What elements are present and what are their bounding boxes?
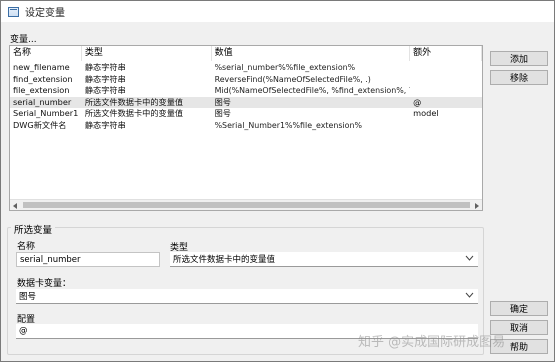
scroll-left-icon[interactable] bbox=[13, 203, 17, 209]
column-header-type[interactable]: 类型 bbox=[82, 46, 212, 61]
table-row-selected[interactable]: serial_number 所选文件数据卡中的变量值 图号 @ bbox=[10, 96, 482, 109]
window-title: 设定变量 bbox=[25, 8, 65, 19]
cell-name: find_extension bbox=[13, 73, 73, 84]
datacard-variable-label: 数据卡变量： bbox=[17, 279, 72, 289]
table-row[interactable]: new_filename 静态字符串 %serial_number%%file_… bbox=[10, 62, 482, 74]
cell-value: 图号 bbox=[214, 96, 231, 107]
cell-extra: model bbox=[413, 108, 439, 119]
cell-name: Serial_Number1 bbox=[13, 108, 79, 119]
remove-button[interactable]: 移除 bbox=[490, 70, 548, 85]
column-header-extra[interactable]: 额外 bbox=[410, 46, 482, 61]
cell-value: %serial_number%%file_extension% bbox=[214, 63, 356, 72]
table-row[interactable]: Serial_Number1 所选文件数据卡中的变量值 图号 model bbox=[10, 108, 482, 120]
chevron-down-icon bbox=[465, 255, 474, 261]
cell-extra bbox=[410, 85, 482, 97]
list-header: 名称 类型 数值 额外 bbox=[10, 46, 482, 61]
column-header-value[interactable]: 数值 bbox=[212, 46, 411, 61]
cell-extra bbox=[410, 74, 482, 86]
cell-type: 静态字符串 bbox=[84, 119, 126, 130]
cell-value: %Serial_Number1%%file_extension% bbox=[214, 120, 362, 130]
cell-name: new_filename bbox=[13, 62, 70, 72]
scroll-right-icon[interactable] bbox=[475, 203, 479, 209]
scrollbar-thumb[interactable] bbox=[23, 202, 470, 208]
variables-list[interactable]: 名称 类型 数值 额外 new_filename 静态字符串 %serial_n… bbox=[9, 45, 483, 211]
set-variables-dialog: 设定变量 变量... 名称 类型 数值 额外 new_filename 静态字符… bbox=[0, 0, 555, 362]
title-bar: 设定变量 bbox=[1, 1, 554, 22]
datacard-variable-select[interactable]: 图号 bbox=[16, 289, 478, 304]
variables-label: 变量... bbox=[10, 35, 37, 45]
cell-type: 所选文件数据卡中的变量值 bbox=[84, 108, 184, 119]
cell-type: 所选文件数据卡中的变量值 bbox=[84, 96, 184, 107]
cell-value: 图号 bbox=[214, 108, 231, 119]
table-row[interactable]: file_extension 静态字符串 Mid(%NameOfSelected… bbox=[10, 85, 482, 97]
name-label: 名称 bbox=[17, 242, 36, 252]
cell-extra: @ bbox=[413, 96, 422, 107]
column-header-name[interactable]: 名称 bbox=[10, 46, 82, 61]
cell-type: 静态字符串 bbox=[84, 85, 126, 96]
cell-extra bbox=[410, 120, 482, 132]
type-select-value: 所选文件数据卡中的变量值 bbox=[173, 255, 276, 265]
selected-variable-group-title: 所选变量 bbox=[11, 222, 56, 236]
window-app-icon bbox=[8, 6, 19, 17]
name-input[interactable]: serial_number bbox=[16, 252, 160, 267]
cell-value: Mid(%NameOfSelectedFile%, %find_extensio… bbox=[214, 86, 411, 96]
cell-type: 静态字符串 bbox=[84, 73, 126, 84]
cell-name: serial_number bbox=[13, 96, 72, 107]
datacard-variable-value: 图号 bbox=[19, 292, 37, 302]
chevron-down-icon bbox=[465, 292, 474, 298]
cell-extra bbox=[410, 62, 482, 74]
type-select[interactable]: 所选文件数据卡中的变量值 bbox=[170, 252, 478, 267]
cell-name: file_extension bbox=[13, 85, 70, 96]
horizontal-scrollbar[interactable] bbox=[10, 199, 482, 210]
watermark-text: 知乎 @实成国际研成图易 bbox=[358, 335, 506, 350]
cell-type: 静态字符串 bbox=[84, 62, 126, 72]
cell-value: ReverseFind(%NameOfSelectedFile%, .) bbox=[214, 74, 371, 84]
cell-name: DWG新文件名 bbox=[13, 119, 67, 130]
table-row[interactable]: DWG新文件名 静态字符串 %Serial_Number1%%file_exte… bbox=[10, 120, 482, 132]
ok-button[interactable]: 确定 bbox=[490, 301, 548, 316]
add-button[interactable]: 添加 bbox=[490, 51, 548, 66]
table-row[interactable]: find_extension 静态字符串 ReverseFind(%NameOf… bbox=[10, 74, 482, 86]
list-rows: new_filename 静态字符串 %serial_number%%file_… bbox=[10, 62, 482, 132]
